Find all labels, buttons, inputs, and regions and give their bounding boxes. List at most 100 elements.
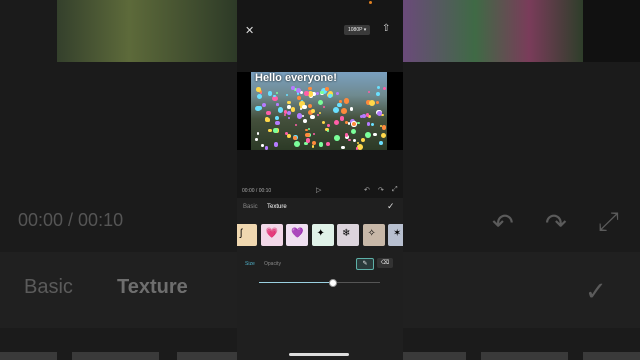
sparkle-mark (305, 138, 311, 143)
sparkle-mark (371, 123, 375, 127)
texture-glyph: 💜 (291, 228, 304, 239)
texture-soft-flakes[interactable]: ❄ (337, 224, 359, 246)
undo-icon[interactable]: ↶ (364, 186, 370, 194)
bg-strip (72, 352, 159, 360)
bg-strip (481, 352, 568, 360)
bg-check-icon: ✓ (585, 276, 607, 306)
sparkle-mark (276, 103, 280, 106)
bg-strip (403, 352, 466, 360)
sparkle-mark (255, 105, 262, 112)
check-icon[interactable]: ✓ (387, 201, 395, 212)
sparkle-mark (261, 144, 265, 147)
overlay-text[interactable]: Hello everyone! (255, 72, 337, 84)
sparkle-mark (327, 123, 331, 127)
sparkle-mark (378, 140, 383, 145)
bg-texture-label: Texture (117, 276, 188, 298)
brush-icon: ✎ (362, 261, 368, 267)
sparkle-mark (261, 103, 266, 108)
sparkle-mark (302, 104, 307, 110)
sparkle-mark (361, 138, 366, 143)
sparkle-mark (340, 145, 345, 150)
bg-video-left (57, 0, 237, 62)
sparkle-mark (307, 128, 310, 131)
eraser-icon: ⌫ (380, 260, 390, 266)
sparkle-mark (310, 114, 315, 119)
redo-icon[interactable]: ↷ (378, 186, 384, 194)
sparkle-mark (365, 132, 371, 139)
texture-glyph: ✦ (316, 228, 325, 239)
sparkle-mark (303, 119, 308, 124)
size-slider-handle[interactable] (328, 279, 337, 287)
subtab-opacity[interactable]: Opacity (264, 261, 281, 267)
sparkle-mark (267, 91, 273, 96)
texture-panel: Basic Texture ✓ ʃ 💗 💜 ✦ ❄ ✧ ✶ Size Opacity ✎ ⌫ (237, 198, 403, 360)
sparkle-mark (273, 128, 278, 133)
phone-screen: ✕ 1080P ▾ ⇧ Hello everyone! 00:00 / 00:1… (237, 0, 403, 360)
sparkle-mark (277, 107, 284, 113)
eraser-button[interactable]: ⌫ (377, 258, 393, 268)
sparkle-mark (266, 118, 271, 122)
sparkle-mark (291, 86, 295, 90)
subtab-size[interactable]: Size (245, 261, 255, 267)
export-icon[interactable]: ⇧ (382, 23, 390, 34)
sparkle-mark (275, 115, 279, 120)
sparkle-mark (325, 141, 330, 146)
size-slider[interactable] (259, 279, 380, 287)
sparkle-mark (286, 93, 289, 96)
sparkle-mark (376, 100, 380, 104)
sparkle-mark (327, 129, 330, 132)
sparkle-mark (350, 128, 356, 134)
sparkle-mark (255, 138, 259, 141)
sparkle-mark (295, 87, 301, 93)
texture-glyph: ✶ (393, 228, 402, 239)
sparkle-mark (356, 121, 360, 125)
resolution-button[interactable]: 1080P ▾ (344, 25, 371, 35)
texture-glyph: 💗 (265, 228, 278, 239)
sparkle-mark (266, 111, 271, 116)
bg-strip (0, 352, 57, 360)
sparkle-mark (359, 114, 363, 118)
playback-bar: 00:00 / 00:10 ▷ ↶ ↷ ⤢ (237, 185, 403, 197)
sparkle-mark (313, 132, 316, 136)
texture-gold-dots[interactable]: ✧ (362, 224, 385, 246)
home-indicator (289, 353, 349, 356)
texture-scribble-brush[interactable]: ʃ (237, 224, 257, 246)
sparkle-mark (357, 143, 364, 150)
bg-time-readout: 00:00 / 00:10 (18, 210, 124, 230)
sparkle-mark (256, 132, 260, 135)
sparkle-mark (275, 120, 280, 126)
sparkle-mark (290, 107, 295, 112)
sparkle-mark (255, 87, 261, 92)
bg-basic-label: Basic (24, 276, 73, 298)
tab-texture[interactable]: Texture (267, 204, 287, 210)
sparkle-mark (302, 114, 305, 118)
texture-pink-hearts[interactable]: 💗 (260, 224, 283, 246)
sparkle-mark (334, 134, 340, 141)
sparkle-mark (305, 128, 309, 132)
sparkle-mark (333, 119, 339, 125)
texture-glyph: ❄ (342, 228, 351, 239)
sparkle-mark (317, 100, 323, 106)
sparkle-mark (264, 146, 269, 150)
fullscreen-icon[interactable]: ⤢ (392, 186, 398, 194)
sparkle-mark (283, 113, 287, 117)
sparkle-mark (283, 110, 288, 114)
texture-purple-hearts[interactable]: 💜 (286, 224, 308, 246)
sparkle-mark (327, 93, 332, 98)
texture-blue-stars[interactable]: ✶ (388, 224, 403, 246)
sparkle-mark (305, 132, 310, 138)
sparkle-mark (268, 128, 272, 132)
video-frame[interactable]: Hello everyone! (251, 72, 387, 150)
texture-list: ʃ 💗 💜 ✦ ❄ ✧ ✶ (237, 224, 403, 246)
sparkle-mark (321, 121, 325, 125)
sparkle-mark (353, 139, 357, 143)
brush-button[interactable]: ✎ (356, 258, 374, 270)
close-icon[interactable]: ✕ (245, 24, 254, 37)
tab-basic[interactable]: Basic (243, 204, 258, 210)
time-readout: 00:00 / 00:10 (242, 188, 271, 194)
texture-green-sparkles[interactable]: ✦ (311, 224, 334, 246)
play-icon[interactable]: ▷ (316, 186, 321, 194)
sparkle-mark (325, 87, 330, 91)
sparkle-mark (381, 133, 387, 139)
video-preview[interactable]: Hello everyone! (237, 72, 403, 150)
